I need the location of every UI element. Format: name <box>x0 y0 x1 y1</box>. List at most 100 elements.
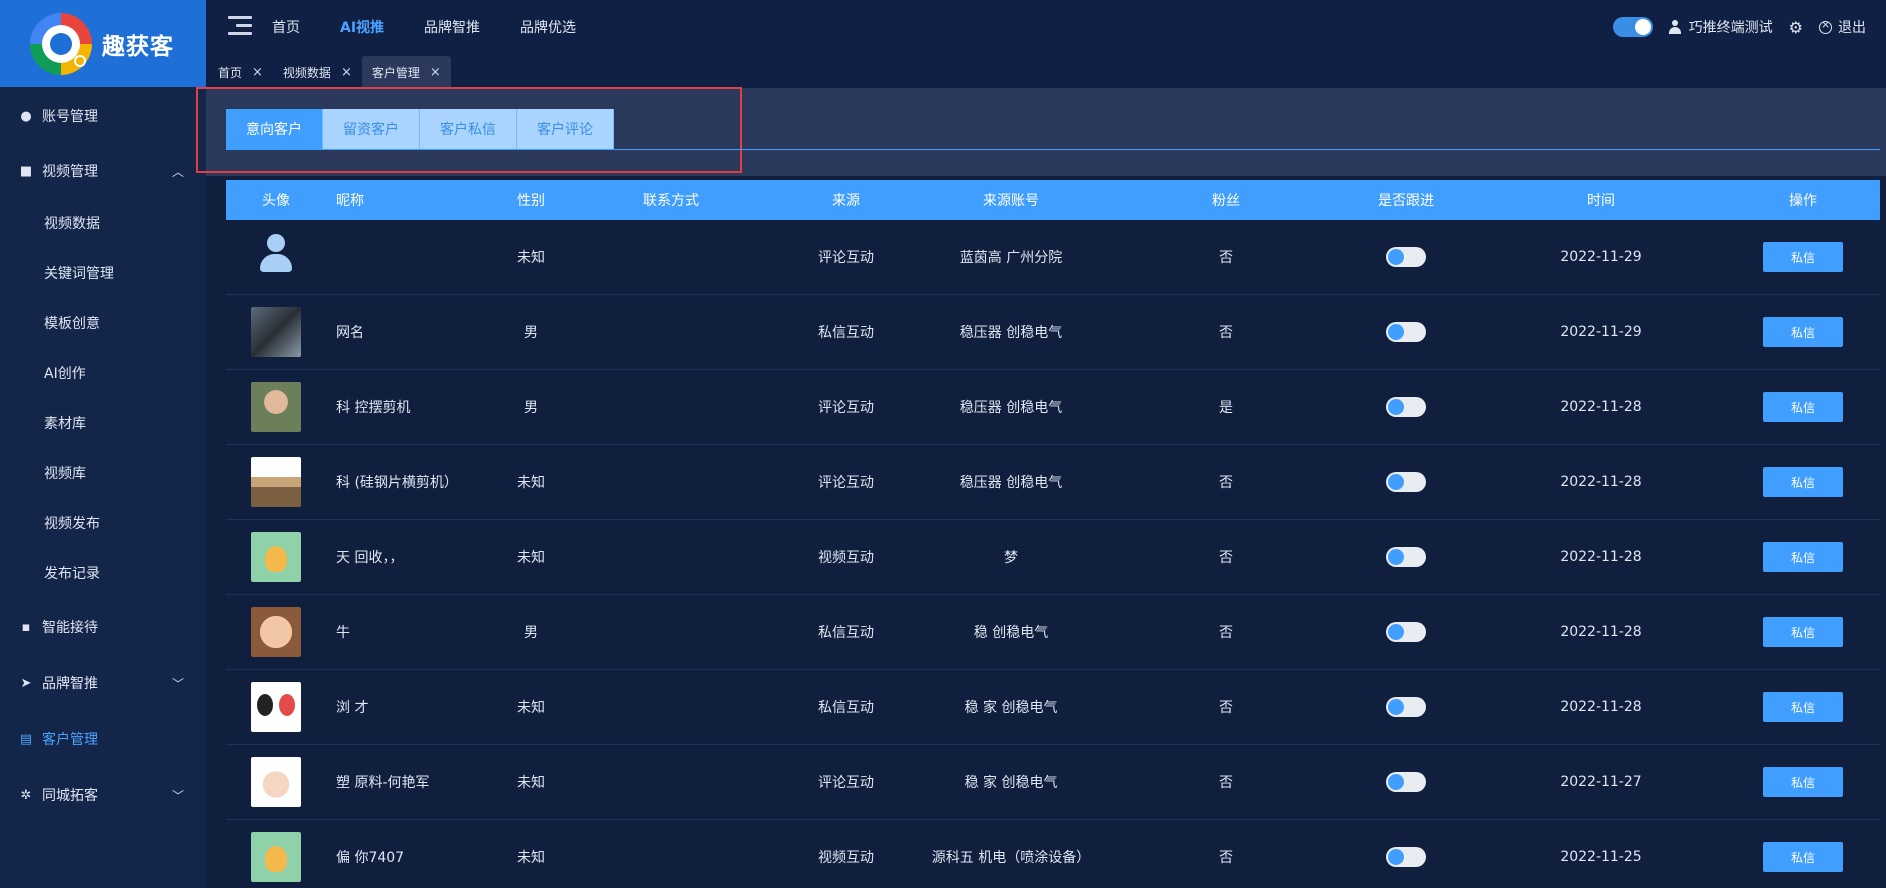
sidebar-item-label: 账号管理 <box>42 109 98 125</box>
default-avatar-icon <box>251 232 301 282</box>
sidebar-item-video-management[interactable]: ■ 视频管理 ︿ <box>0 151 206 191</box>
sidebar-item-templates[interactable]: 模板创意 <box>0 303 206 343</box>
sidebar-item-label: 视频库 <box>44 466 86 482</box>
followup-switch[interactable] <box>1386 772 1426 792</box>
private-message-button[interactable]: 私信 <box>1763 317 1843 347</box>
private-message-button[interactable]: 私信 <box>1763 467 1843 497</box>
private-message-button[interactable]: 私信 <box>1763 542 1843 572</box>
followup-switch[interactable] <box>1386 322 1426 342</box>
gender-cell: 未知 <box>517 475 545 491</box>
source-cell: 私信互动 <box>818 700 874 716</box>
source-cell: 评论互动 <box>818 475 874 491</box>
fans-cell: 否 <box>1219 700 1233 716</box>
nav-item-brand-select[interactable]: 品牌优选 <box>520 17 576 37</box>
tab-underline <box>226 149 1880 150</box>
source-account-cell: 稳 家 创稳电气 <box>964 775 1058 791</box>
table-row: 科 (硅钢片横剪机） 未知 评论互动 稳压器 创稳电气 否 2022-11-28… <box>226 445 1880 520</box>
aperture-icon: ✲ <box>20 787 32 803</box>
close-icon[interactable]: × <box>430 65 441 80</box>
nickname-cell: 偏 你7407 <box>336 850 405 866</box>
gender-cell: 男 <box>524 400 538 416</box>
brand-logo[interactable]: 趣获客 <box>0 0 206 87</box>
fans-cell: 否 <box>1219 475 1233 491</box>
logo-icon <box>30 12 92 75</box>
time-cell: 2022-11-25 <box>1560 849 1642 865</box>
sidebar-item-video-publish[interactable]: 视频发布 <box>0 503 206 543</box>
sidebar-item-brand-push[interactable]: ➤ 品牌智推 ﹀ <box>0 663 206 703</box>
gear-icon[interactable]: ⚙ <box>1789 18 1803 37</box>
source-account-cell: 稳 家 创稳电气 <box>964 700 1058 716</box>
sidebar-item-label: 智能接待 <box>42 620 98 636</box>
source-cell: 私信互动 <box>818 325 874 341</box>
customer-tabs: 意向客户 留资客户 客户私信 客户评论 <box>226 109 614 149</box>
tab-intent-customers[interactable]: 意向客户 <box>226 109 323 149</box>
chevron-up-icon: ︿ <box>171 165 184 179</box>
gender-cell: 男 <box>524 325 538 341</box>
private-message-button[interactable]: 私信 <box>1763 767 1843 797</box>
followup-switch[interactable] <box>1386 547 1426 567</box>
user-icon <box>1668 20 1681 34</box>
tab-customer-messages[interactable]: 客户私信 <box>420 109 517 149</box>
source-account-cell: 稳压器 创稳电气 <box>959 400 1063 416</box>
hamburger-menu-icon[interactable] <box>228 16 252 36</box>
sidebar-item-customer-management[interactable]: ▤ 客户管理 <box>0 719 206 759</box>
source-account-cell: 稳 创稳电气 <box>973 625 1049 641</box>
time-cell: 2022-11-28 <box>1560 399 1642 415</box>
avatar <box>251 607 301 657</box>
fans-cell: 否 <box>1219 625 1233 641</box>
tab-customer-comments[interactable]: 客户评论 <box>517 109 614 149</box>
column-header-fans: 粉丝 <box>1212 193 1240 209</box>
column-header-avatar: 头像 <box>262 193 290 209</box>
table-row: 浏 才 未知 私信互动 稳 家 创稳电气 否 2022-11-28 私信 <box>226 670 1880 745</box>
followup-switch[interactable] <box>1386 847 1426 867</box>
sidebar-item-ai-create[interactable]: AI创作 <box>0 353 206 393</box>
send-icon: ➤ <box>20 675 32 691</box>
theme-toggle[interactable] <box>1612 17 1653 37</box>
sidebar-item-label: 同城拓客 <box>42 788 98 804</box>
close-icon[interactable]: × <box>252 65 263 80</box>
tag-customer-management[interactable]: 客户管理 × <box>361 56 451 88</box>
sidebar-item-video-data[interactable]: 视频数据 <box>0 203 206 243</box>
private-message-button[interactable]: 私信 <box>1763 692 1843 722</box>
brand-name: 趣获客 <box>102 33 174 60</box>
followup-switch[interactable] <box>1386 247 1426 267</box>
column-header-source: 来源 <box>832 193 860 209</box>
tab-lead-customers[interactable]: 留资客户 <box>323 109 420 149</box>
source-cell: 评论互动 <box>818 250 874 266</box>
sidebar-item-keywords[interactable]: 关键词管理 <box>0 253 206 293</box>
followup-switch[interactable] <box>1386 397 1426 417</box>
logout-button[interactable]: 退出 <box>1819 17 1866 37</box>
nav-item-ai-video[interactable]: AI视推 <box>340 17 384 37</box>
sidebar-item-label: AI创作 <box>44 366 86 382</box>
followup-switch[interactable] <box>1386 622 1426 642</box>
source-cell: 视频互动 <box>818 850 874 866</box>
column-header-time: 时间 <box>1587 193 1615 209</box>
private-message-button[interactable]: 私信 <box>1763 242 1843 272</box>
sidebar-item-local-acquisition[interactable]: ✲ 同城拓客 ﹀ <box>0 775 206 815</box>
nav-item-home[interactable]: 首页 <box>272 17 300 37</box>
sidebar-item-video-library[interactable]: 视频库 <box>0 453 206 493</box>
tag-home[interactable]: 首页 × <box>208 56 273 88</box>
user-menu[interactable]: 巧推终端测试 <box>1668 17 1773 37</box>
private-message-button[interactable]: 私信 <box>1763 392 1843 422</box>
avatar <box>251 532 301 582</box>
time-cell: 2022-11-29 <box>1560 324 1642 340</box>
table-row: 塑 原料-何艳军 未知 评论互动 稳 家 创稳电气 否 2022-11-27 私… <box>226 745 1880 820</box>
followup-switch[interactable] <box>1386 472 1426 492</box>
nickname-cell: 网名 <box>336 325 364 341</box>
close-icon[interactable]: × <box>341 65 352 80</box>
nickname-cell: 浏 才 <box>336 700 369 716</box>
private-message-button[interactable]: 私信 <box>1763 842 1843 872</box>
followup-switch[interactable] <box>1386 697 1426 717</box>
sidebar-item-account[interactable]: ● 账号管理 <box>0 96 206 136</box>
sidebar-item-materials[interactable]: 素材库 <box>0 403 206 443</box>
tag-video-data[interactable]: 视频数据 × <box>273 56 362 88</box>
user-name: 巧推终端测试 <box>1688 20 1773 36</box>
sidebar-item-smart-reception[interactable]: ▪ 智能接待 <box>0 607 206 647</box>
fans-cell: 否 <box>1219 250 1233 266</box>
sidebar-item-publish-records[interactable]: 发布记录 <box>0 553 206 593</box>
private-message-button[interactable]: 私信 <box>1763 617 1843 647</box>
avatar <box>251 457 301 507</box>
table-row: 未知 评论互动 蓝茵高 广州分院 否 2022-11-29 私信 <box>226 220 1880 295</box>
nav-item-brand-push[interactable]: 品牌智推 <box>424 17 480 37</box>
